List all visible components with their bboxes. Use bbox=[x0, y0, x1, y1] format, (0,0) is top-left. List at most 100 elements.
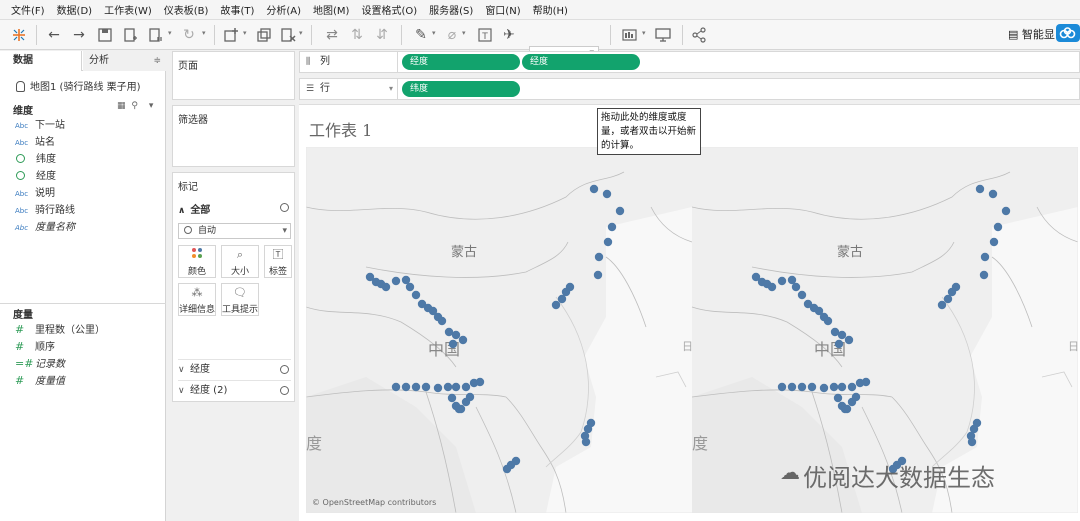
swap-icon[interactable]: ⇄ bbox=[323, 26, 341, 44]
dimension-field[interactable]: Abc 骑行路线 bbox=[15, 203, 75, 219]
map-point[interactable] bbox=[391, 382, 401, 392]
grid-view-icon[interactable]: ▦ bbox=[117, 101, 126, 111]
map-point[interactable] bbox=[465, 392, 475, 402]
tooltip-button[interactable]: 🗨 工具提示 bbox=[221, 283, 259, 316]
menu-item[interactable]: 分析(A) bbox=[260, 2, 307, 17]
chevron-down-icon[interactable]: ▾ bbox=[432, 29, 436, 37]
sort-descending-icon[interactable]: ⇵ bbox=[373, 26, 391, 44]
color-button[interactable]: 颜色 bbox=[178, 245, 216, 278]
map-point[interactable] bbox=[475, 377, 485, 387]
dimension-field[interactable]: 纬度 bbox=[15, 152, 56, 168]
cloud-icon[interactable] bbox=[1056, 24, 1080, 42]
map-point[interactable] bbox=[433, 383, 443, 393]
chevron-down-icon[interactable]: ▾ bbox=[149, 101, 154, 111]
map-point[interactable] bbox=[967, 437, 977, 447]
group-icon[interactable]: ⌀ bbox=[443, 26, 461, 44]
map-point[interactable] bbox=[607, 222, 617, 232]
map-point[interactable] bbox=[791, 282, 801, 292]
map-point[interactable] bbox=[989, 237, 999, 247]
map-point[interactable] bbox=[447, 393, 457, 403]
map-point[interactable] bbox=[411, 382, 421, 392]
map-point[interactable] bbox=[837, 330, 847, 340]
map-point[interactable] bbox=[823, 316, 833, 326]
share-icon[interactable] bbox=[690, 26, 708, 44]
measure-field[interactable]: # 顺序 bbox=[15, 339, 55, 355]
map-point[interactable] bbox=[551, 300, 561, 310]
map-point[interactable] bbox=[615, 206, 625, 216]
map-point[interactable] bbox=[842, 404, 852, 414]
map-point[interactable] bbox=[405, 282, 415, 292]
map-point[interactable] bbox=[451, 330, 461, 340]
map-point[interactable] bbox=[557, 294, 567, 304]
map-point[interactable] bbox=[451, 382, 461, 392]
chevron-down-icon[interactable]: ▾ bbox=[642, 29, 646, 37]
map-point[interactable] bbox=[581, 437, 591, 447]
present-mode-icon[interactable] bbox=[654, 26, 672, 44]
size-button[interactable]: ⌕ 大小 bbox=[221, 245, 259, 278]
map-point[interactable] bbox=[381, 282, 391, 292]
map-point[interactable] bbox=[461, 382, 471, 392]
save-icon[interactable] bbox=[96, 26, 114, 44]
map-point[interactable] bbox=[421, 382, 431, 392]
detail-button[interactable]: ⁂ 详细信息 bbox=[178, 283, 216, 316]
rows-pill-latitude[interactable]: 纬度 bbox=[402, 81, 520, 97]
chevron-down-icon[interactable]: ▾ bbox=[299, 29, 303, 37]
map-point[interactable] bbox=[993, 222, 1003, 232]
highlight-icon[interactable]: ✎ bbox=[412, 26, 430, 44]
map-point[interactable] bbox=[603, 237, 613, 247]
map-point[interactable] bbox=[943, 294, 953, 304]
chevron-down-icon[interactable]: ▾ bbox=[243, 29, 247, 37]
map-point[interactable] bbox=[502, 464, 512, 474]
tab-data[interactable]: 数据 bbox=[0, 51, 82, 71]
filters-card[interactable]: 筛选器 bbox=[172, 105, 295, 167]
measure-field[interactable]: =# 记录数 bbox=[15, 356, 65, 372]
chevron-down-icon[interactable]: ▾ bbox=[462, 29, 466, 37]
map-point[interactable] bbox=[443, 382, 453, 392]
marks-all-row[interactable]: ∧ 全部 bbox=[178, 201, 210, 216]
map-point[interactable] bbox=[844, 335, 854, 345]
mark-type-select[interactable]: 自动 ▾ bbox=[178, 223, 291, 239]
map-point[interactable] bbox=[594, 252, 604, 262]
marks-row-radio[interactable] bbox=[280, 386, 289, 395]
new-datasource-icon[interactable] bbox=[121, 26, 139, 44]
sheet-title[interactable]: 工作表 1 bbox=[309, 117, 372, 141]
map-point[interactable] bbox=[777, 276, 787, 286]
map-point[interactable] bbox=[833, 393, 843, 403]
map-point[interactable] bbox=[988, 189, 998, 199]
map-point[interactable] bbox=[797, 290, 807, 300]
columns-pill-longitude[interactable]: 经度 bbox=[402, 54, 520, 70]
dimension-field[interactable]: Abc 说明 bbox=[15, 186, 55, 202]
map-point[interactable] bbox=[456, 404, 466, 414]
map-point[interactable] bbox=[411, 290, 421, 300]
menu-item[interactable]: 文件(F) bbox=[5, 2, 51, 17]
marks-row-longitude-2[interactable]: ∨ 经度 (2) bbox=[178, 380, 291, 400]
undo-icon[interactable]: ← bbox=[45, 26, 63, 44]
map-point[interactable] bbox=[589, 184, 599, 194]
columns-shelf[interactable]: ⫼ 列 经度 经度 bbox=[299, 51, 1080, 73]
presentation-icon[interactable] bbox=[621, 26, 639, 44]
rows-shelf[interactable]: ☰ 行 ▾ 纬度 bbox=[299, 78, 1080, 100]
show-labels-icon[interactable]: T bbox=[476, 26, 494, 44]
map-point[interactable] bbox=[834, 339, 844, 349]
measure-field[interactable]: # 里程数（公里） bbox=[15, 322, 105, 338]
map-point[interactable] bbox=[861, 377, 871, 387]
map-point[interactable] bbox=[401, 382, 411, 392]
tab-analysis[interactable]: 分析 ≑ bbox=[83, 51, 166, 71]
menu-item[interactable]: 工作表(W) bbox=[98, 2, 158, 17]
chevron-down-icon[interactable]: ▾ bbox=[168, 29, 172, 37]
pin-icon[interactable]: ✈ bbox=[500, 26, 518, 44]
dimension-field[interactable]: 经度 bbox=[15, 169, 56, 185]
map-point[interactable] bbox=[797, 382, 807, 392]
map-point[interactable] bbox=[980, 252, 990, 262]
map-point[interactable] bbox=[777, 382, 787, 392]
map-point[interactable] bbox=[448, 339, 458, 349]
map-point[interactable] bbox=[829, 382, 839, 392]
map-point[interactable] bbox=[767, 282, 777, 292]
pause-updates-icon[interactable] bbox=[146, 26, 164, 44]
label-button[interactable]: 🅃 标签 bbox=[264, 245, 292, 278]
map-point[interactable] bbox=[1001, 206, 1011, 216]
menu-item[interactable]: 数据(D) bbox=[51, 2, 99, 17]
map-point[interactable] bbox=[602, 189, 612, 199]
chevron-down-icon[interactable]: ≑ bbox=[153, 51, 161, 71]
sort-ascending-icon[interactable]: ⇅ bbox=[348, 26, 366, 44]
